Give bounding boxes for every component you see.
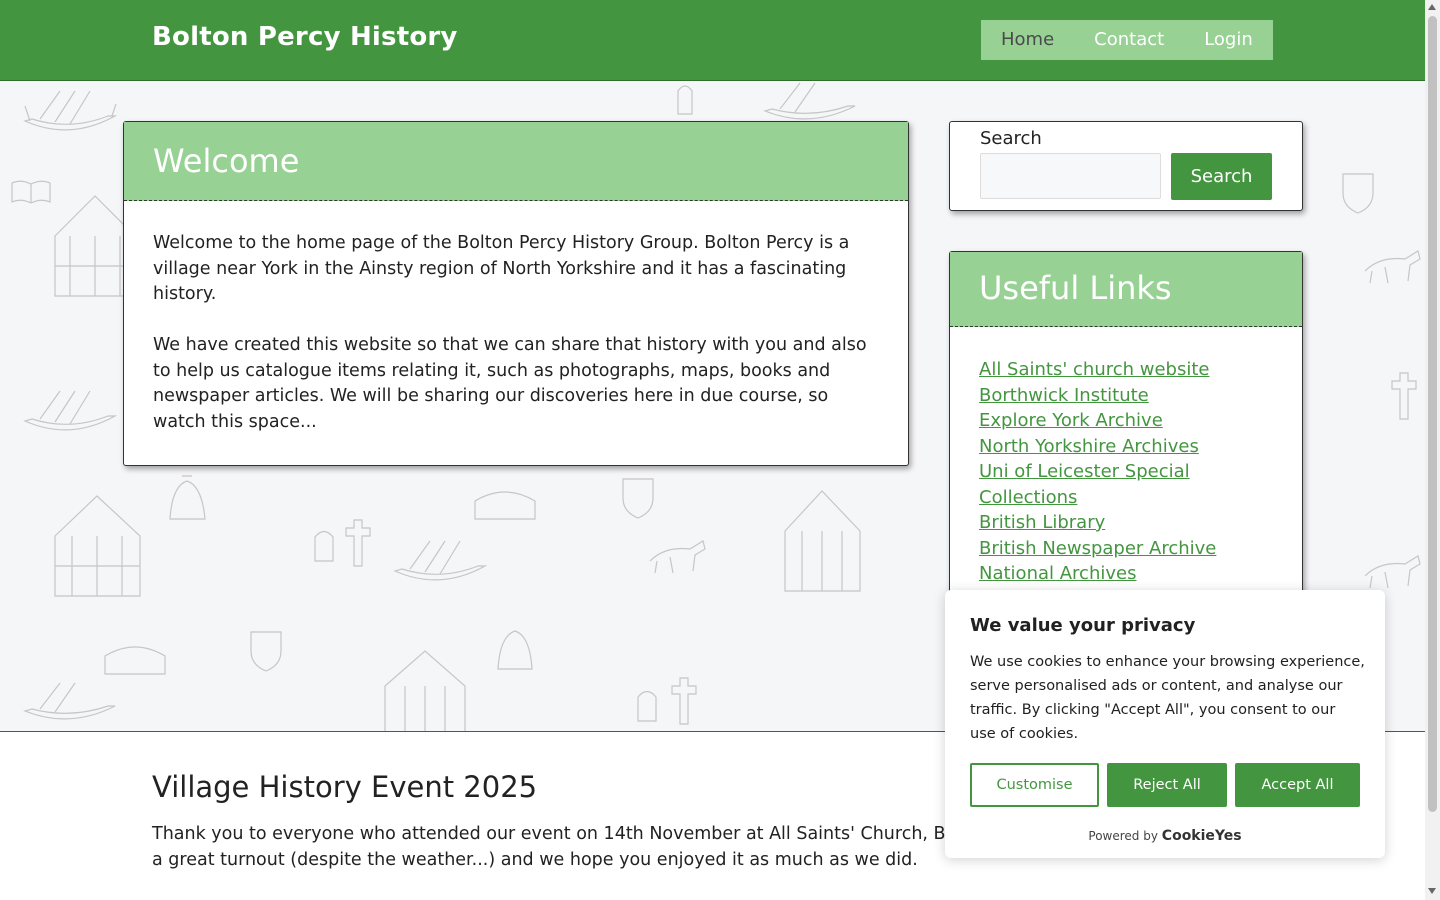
link-borthwick-institute[interactable]: Borthwick Institute [979,385,1149,406]
useful-links-list: All Saints' church website Borthwick Ins… [950,327,1302,617]
gravestone-illustration [637,690,657,722]
timber-house-illustration [384,650,466,731]
list-item: Borthwick Institute [979,383,1273,409]
viking-ship-illustration [23,90,118,131]
nav-home-link[interactable]: Home [981,20,1074,60]
cookie-description: We use cookies to enhance your browsing … [970,654,1365,742]
cross-illustration [345,519,371,567]
nav-login-link[interactable]: Login [1184,20,1273,60]
welcome-paragraph-1: Welcome to the home page of the Bolton P… [153,233,850,304]
cookie-consent-banner: We value your privacy We use cookies to … [945,590,1385,858]
timber-house-illustration [54,495,141,597]
cookieyes-logo[interactable]: CookieYes [1162,828,1242,844]
knight-on-horse-illustration [649,540,706,574]
bell-illustration [497,630,533,670]
gravestone-illustration [677,85,693,115]
scrollbar-thumb[interactable] [1428,16,1437,812]
viking-ship-illustration [23,390,118,431]
list-item: Uni of Leicester Special Collections [979,459,1273,510]
knight-on-horse-illustration [1364,555,1421,589]
bell-illustration [169,475,206,520]
useful-links-heading: Useful Links [950,252,1302,327]
link-british-newspaper-archive[interactable]: British Newspaper Archive [979,538,1216,559]
accept-all-button[interactable]: Accept All [1235,763,1360,807]
cottage-illustration [104,646,166,675]
cross-illustration [1391,372,1417,420]
search-input[interactable] [980,153,1161,199]
link-national-archives[interactable]: National Archives [979,563,1136,584]
link-uni-leicester-special-collections[interactable]: Uni of Leicester Special Collections [979,461,1190,508]
nav-contact-link[interactable]: Contact [1074,20,1184,60]
list-item: North Yorkshire Archives [979,434,1273,460]
link-north-yorkshire-archives[interactable]: North Yorkshire Archives [979,436,1199,457]
shield-illustration [250,631,282,672]
scroll-up-arrow-icon[interactable] [1428,4,1436,10]
list-item: All Saints' church website [979,357,1273,383]
link-explore-york-archive[interactable]: Explore York Archive [979,410,1163,431]
powered-by-label: Powered by [1088,829,1158,843]
search-widget: Search Search [949,121,1303,211]
cookie-buttons: Customise Reject All Accept All [970,763,1360,807]
welcome-heading: Welcome [124,122,908,201]
scroll-down-arrow-icon[interactable] [1428,888,1436,894]
customise-button[interactable]: Customise [970,763,1099,807]
shield-illustration [1342,173,1374,214]
site-title[interactable]: Bolton Percy History [152,22,458,52]
gravestone-illustration [314,530,334,562]
shield-illustration [622,478,654,519]
viking-ship-illustration [393,540,488,581]
powered-by: Powered by CookieYes [945,828,1385,844]
search-button[interactable]: Search [1171,153,1272,200]
site-header: Bolton Percy History Home Contact Login [0,0,1425,81]
cookie-title: We value your privacy [970,615,1196,636]
knight-on-horse-illustration [1364,250,1421,284]
link-british-library[interactable]: British Library [979,512,1105,533]
list-item: National Archives [979,561,1273,587]
cottage-illustration [474,491,536,520]
reject-all-button[interactable]: Reject All [1107,763,1227,807]
search-label: Search [980,128,1042,149]
page-scrollbar[interactable] [1425,0,1440,900]
list-item: British Newspaper Archive [979,536,1273,562]
open-book-illustration [11,180,51,204]
timber-house-illustration [784,490,861,592]
cross-illustration [671,677,697,725]
list-item: British Library [979,510,1273,536]
viking-ship-illustration [23,682,116,720]
welcome-card: Welcome Welcome to the home page of the … [123,121,909,466]
welcome-body: Welcome to the home page of the Bolton P… [124,201,908,465]
link-all-saints-church[interactable]: All Saints' church website [979,359,1209,380]
list-item: Explore York Archive [979,408,1273,434]
main-nav: Home Contact Login [981,20,1273,60]
welcome-paragraph-2: We have created this website so that we … [153,335,867,432]
